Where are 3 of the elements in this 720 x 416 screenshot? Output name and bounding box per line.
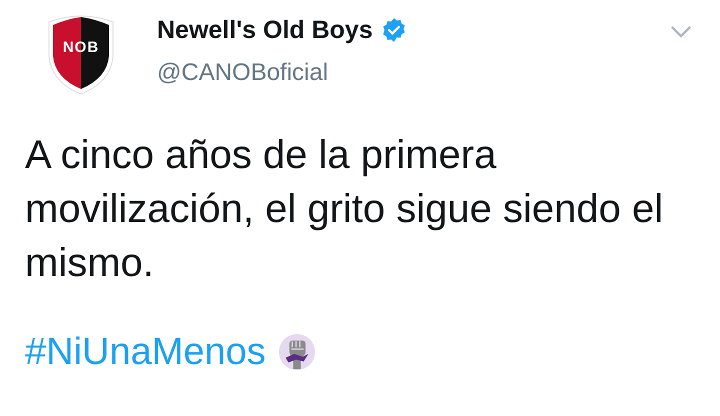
author-name[interactable]: Newell's Old Boys: [157, 14, 373, 46]
author-handle[interactable]: @CANOBoficial: [157, 58, 407, 88]
tweet-text: A cinco años de la primera movilización, el grito sigue siendo el mismo.: [25, 132, 664, 287]
